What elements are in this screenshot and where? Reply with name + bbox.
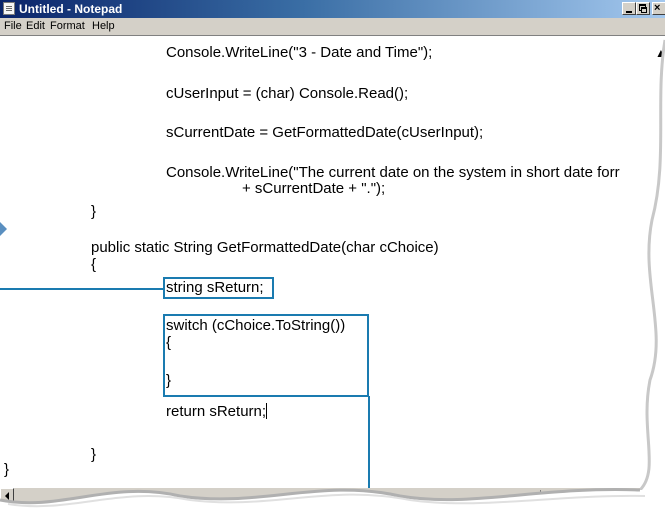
- minimize-icon: [626, 11, 632, 13]
- restore-icon-back: [641, 7, 647, 13]
- menu-file[interactable]: File: [4, 20, 22, 33]
- code-line: sCurrentDate = GetFormattedDate(cUserInp…: [166, 124, 484, 141]
- menu-format[interactable]: Format: [50, 20, 85, 33]
- callout-box-string-declaration: [163, 277, 274, 299]
- close-icon: ×: [654, 2, 661, 14]
- callout-leader-line: [0, 288, 163, 290]
- code-line: Console.WriteLine("The current date on t…: [166, 164, 620, 181]
- code-line: + sCurrentDate + ".");: [242, 180, 386, 197]
- text-cursor: [266, 403, 268, 419]
- notepad-window: Untitled - Notepad × File Edit Format He…: [0, 0, 665, 512]
- minimize-button[interactable]: [622, 2, 636, 15]
- code-line: }: [4, 461, 10, 478]
- scroll-up-arrow-icon[interactable]: ▲: [655, 46, 665, 60]
- notepad-icon[interactable]: [3, 2, 15, 15]
- scroll-left-arrow-icon: [5, 492, 9, 500]
- code-line-text: return sReturn;: [166, 403, 267, 420]
- code-line: }: [91, 446, 97, 463]
- close-button[interactable]: ×: [652, 2, 665, 15]
- horizontal-scrollbar[interactable]: [0, 488, 665, 502]
- scroll-left-button[interactable]: [0, 488, 14, 502]
- scrollbar-divider: [540, 490, 541, 500]
- code-line: Console.WriteLine("3 - Date and Time");: [166, 44, 433, 61]
- window-title: Untitled - Notepad: [19, 2, 123, 16]
- menu-help[interactable]: Help: [92, 20, 115, 33]
- restore-button[interactable]: [636, 2, 650, 15]
- code-line: public static String GetFormattedDate(ch…: [91, 239, 439, 256]
- text-editor[interactable]: [0, 36, 665, 492]
- code-line: cUserInput = (char) Console.Read();: [166, 85, 409, 102]
- code-line: {: [91, 256, 97, 273]
- code-line-with-cursor: return sReturn;: [166, 403, 268, 420]
- title-bar[interactable]: Untitled - Notepad ×: [0, 0, 665, 18]
- menu-bar: File Edit Format Help: [0, 18, 665, 36]
- callout-box-switch-block: [163, 314, 369, 397]
- callout-arrow-icon: [0, 222, 7, 236]
- code-line: }: [91, 203, 97, 220]
- menu-edit[interactable]: Edit: [26, 20, 45, 33]
